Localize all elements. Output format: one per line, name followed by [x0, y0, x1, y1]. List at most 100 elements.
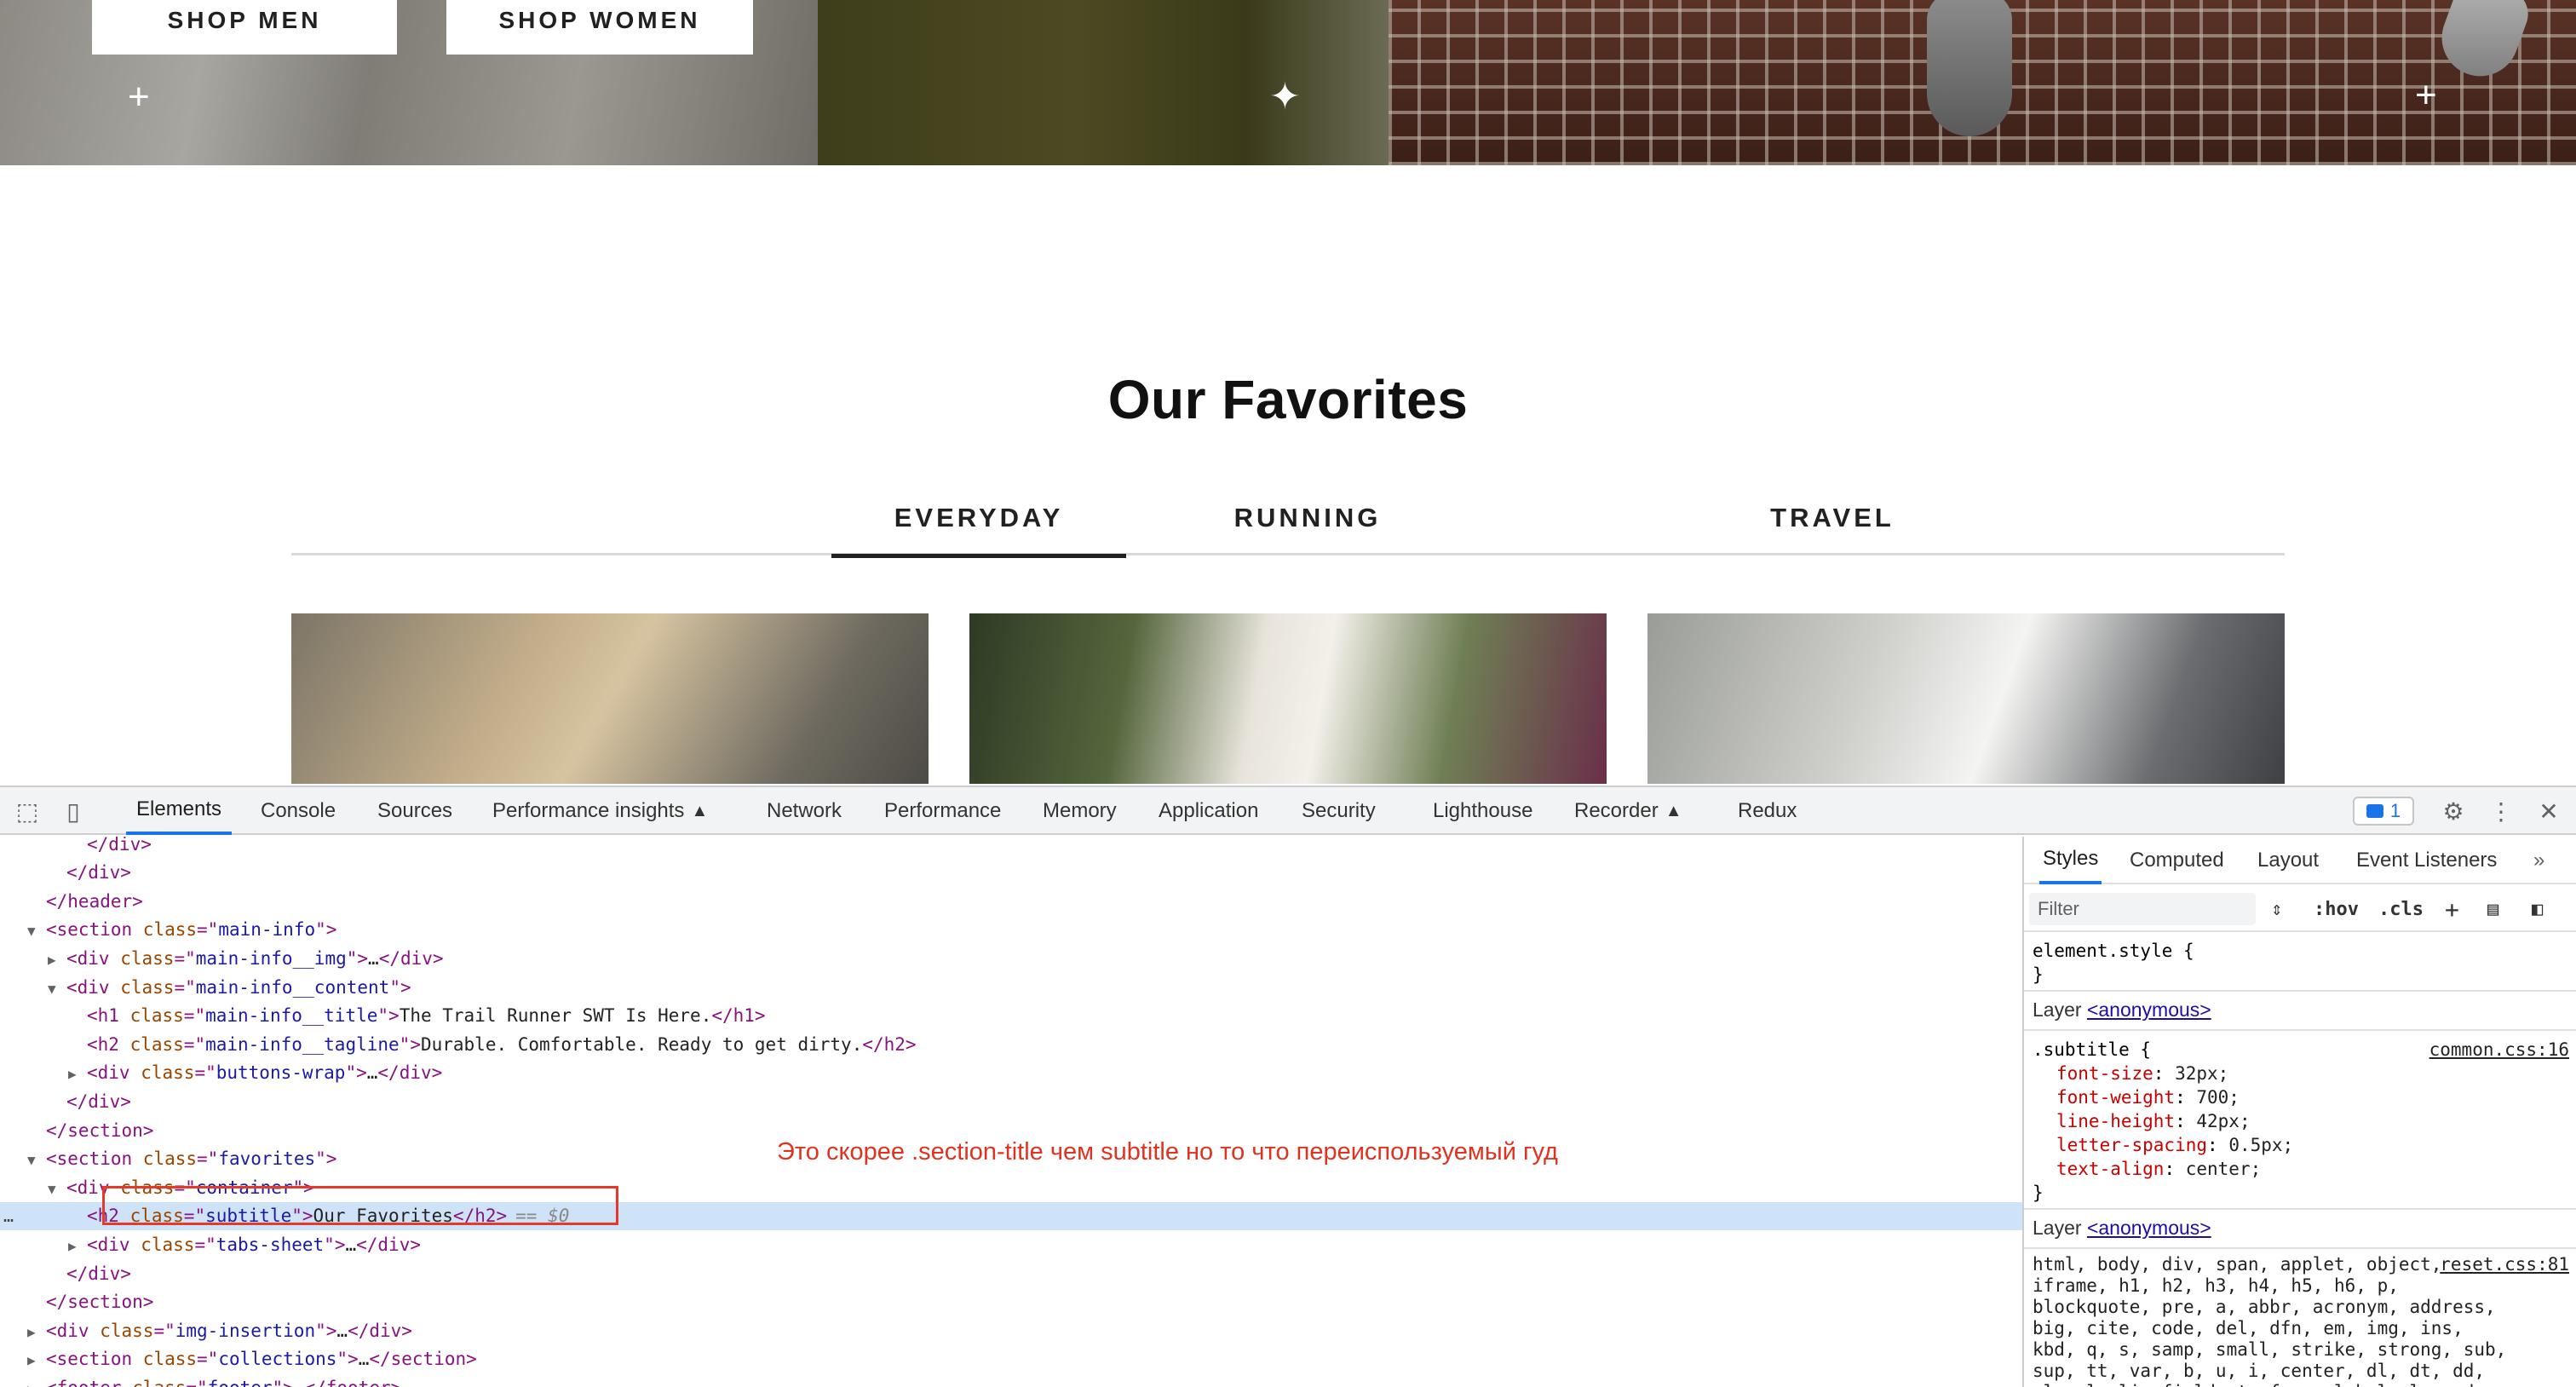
product-card-image[interactable] — [291, 613, 929, 784]
collapse-arrow-icon[interactable]: ▼ — [27, 1152, 46, 1168]
devtools-tab-memory[interactable]: Memory — [1043, 787, 1117, 835]
sidebar-toggle-icon[interactable]: ◧ — [2532, 895, 2543, 924]
dom-tag: </div> — [66, 862, 131, 883]
devtools-tab-recorder[interactable]: Recorder ▲ — [1574, 787, 1682, 835]
dom-node[interactable]: ▶ <div class="tabs-sheet">…</div> — [0, 1230, 2022, 1258]
dom-node[interactable]: </div> — [0, 1259, 2022, 1287]
add-rule-icon[interactable]: + — [2445, 895, 2459, 924]
devtools-toolbar: ⬚ ▯ Elements Console Sources Performance… — [0, 787, 2576, 835]
node-actions-icon[interactable]: … — [3, 1206, 14, 1226]
collapse-arrow-icon[interactable]: ▼ — [48, 1181, 66, 1197]
devtools-tab-application[interactable]: Application — [1159, 787, 1258, 835]
expand-arrow-icon[interactable]: ▶ — [27, 1381, 46, 1387]
dom-txt: … — [368, 947, 379, 969]
devtools-tab-lighthouse[interactable]: Lighthouse — [1433, 787, 1532, 835]
tab-computed[interactable]: Computed — [2130, 837, 2224, 884]
dom-tag: "> — [389, 976, 411, 998]
dom-node-content: ▶<footer class="footer">…</footer> — [27, 1378, 401, 1387]
product-card-image[interactable] — [969, 613, 1607, 784]
dom-tag: <div — [66, 947, 121, 969]
devtools-tab-elements[interactable]: Elements — [126, 787, 233, 835]
dom-tag: <footer — [46, 1378, 132, 1387]
hero-shoe-image — [1927, 0, 2012, 136]
dom-node-content: ▶ <div class="main-info__img">…</div> — [48, 947, 444, 969]
css-declaration[interactable]: font-size: 32px; — [2056, 1063, 2228, 1084]
devtools-tab-security[interactable]: Security — [1302, 787, 1376, 835]
dom-tag: <section — [46, 1349, 143, 1370]
dom-node[interactable]: ▶ <div class="img-insertion">…</div> — [0, 1316, 2022, 1344]
expand-arrow-icon[interactable]: ▶ — [27, 1324, 46, 1340]
layer-anonymous-link[interactable]: <anonymous> — [2087, 999, 2211, 1021]
dom-tree: </div> </div> </header> ▼ <section class="ma… — [0, 837, 2022, 1387]
dom-node[interactable]: ▶<footer class="footer">…</footer> — [0, 1373, 2022, 1387]
tab-label: Performance insights — [492, 799, 685, 822]
paint-icon[interactable]: ▤ — [2487, 895, 2498, 924]
css-declaration[interactable]: letter-spacing: 0.5px; — [2056, 1135, 2293, 1155]
toggle-renderer-icon[interactable]: ⇕ — [2271, 895, 2282, 924]
dom-node[interactable]: ▶ <div class="main-info__img">…</div> — [0, 944, 2022, 972]
dom-tag: "> — [315, 919, 337, 941]
css-property: text-align — [2056, 1159, 2165, 1179]
source-link[interactable]: common.css:16 — [2429, 1039, 2569, 1060]
css-declaration[interactable]: text-align: center; — [2056, 1159, 2261, 1179]
hov-toggle[interactable]: :hov — [2314, 895, 2359, 924]
shop-women-button[interactable]: SHOP WOMEN — [446, 0, 753, 55]
inspect-element-icon[interactable]: ⬚ — [12, 796, 43, 826]
tab-travel[interactable]: TRAVEL — [1685, 494, 1980, 555]
cls-toggle[interactable]: .cls — [2378, 895, 2424, 924]
dom-node[interactable]: </header> — [0, 887, 2022, 915]
element-style-selector[interactable]: element.style { — [2033, 941, 2194, 961]
dom-node[interactable]: </div> — [0, 859, 2022, 887]
dom-node-content: </section> — [46, 1120, 153, 1141]
reset-selectors[interactable]: html, body, div, span, applet, object, i… — [2033, 1254, 2510, 1387]
dom-node[interactable]: </section> — [0, 1288, 2022, 1316]
dom-node[interactable]: </div> — [0, 837, 2022, 858]
expand-arrow-icon[interactable]: ▶ — [48, 952, 66, 968]
dom-tag: "> — [377, 1005, 400, 1027]
issues-badge[interactable]: 1 — [2353, 797, 2414, 826]
more-tabs-icon[interactable]: » — [2533, 837, 2544, 884]
close-icon[interactable]: ✕ — [2533, 796, 2564, 826]
collapse-arrow-icon[interactable]: ▼ — [48, 981, 66, 997]
expand-arrow-icon[interactable]: ▶ — [68, 1066, 87, 1082]
css-declaration[interactable]: line-height: 42px; — [2056, 1111, 2251, 1131]
layer-text: Layer — [2033, 999, 2082, 1021]
product-card-image[interactable] — [1647, 613, 2285, 784]
layer-text: Layer — [2033, 1217, 2082, 1239]
tab-event-listeners[interactable]: Event Listeners — [2356, 837, 2497, 884]
hero-banner: + ✦ + SHOP MEN SHOP WOMEN — [0, 0, 2576, 165]
expand-arrow-icon[interactable]: ▶ — [68, 1238, 87, 1254]
dom-node[interactable]: ▼ <section class="main-info"> — [0, 916, 2022, 944]
styles-filter-input[interactable] — [2029, 893, 2256, 925]
css-declaration[interactable]: font-weight: 700; — [2056, 1087, 2240, 1108]
dom-tag: =" — [183, 1005, 206, 1027]
gear-icon[interactable]: ⚙ — [2438, 796, 2469, 826]
devtools-tab-performance-insights[interactable]: Performance insights ▲ — [492, 787, 708, 835]
dom-tag: =" — [186, 1378, 207, 1387]
device-toolbar-icon[interactable]: ▯ — [58, 796, 89, 826]
dom-node[interactable]: <h1 class="main-info__title">The Trail R… — [0, 1002, 2022, 1030]
tab-everyday[interactable]: EVERYDAY — [831, 494, 1126, 558]
expand-arrow-icon[interactable]: ▶ — [27, 1352, 46, 1368]
shop-men-button[interactable]: SHOP MEN — [92, 0, 397, 55]
devtools-tab-network[interactable]: Network — [767, 787, 842, 835]
dom-tag: </div> — [378, 947, 444, 969]
collapse-arrow-icon[interactable]: ▼ — [27, 923, 46, 939]
devtools-tab-console[interactable]: Console — [261, 787, 336, 835]
tab-layout[interactable]: Layout — [2257, 837, 2319, 884]
tab-running[interactable]: RUNNING — [1160, 494, 1455, 555]
dom-node[interactable]: ▶ <section class="collections">…</section… — [0, 1345, 2022, 1373]
dom-node[interactable]: </div> — [0, 1087, 2022, 1115]
rule-selector[interactable]: .subtitle { — [2033, 1039, 2151, 1060]
devtools-tab-performance[interactable]: Performance — [884, 787, 1001, 835]
dom-tag: </div> — [87, 837, 152, 855]
dom-node-content: ▶ <div class="tabs-sheet">…</div> — [68, 1234, 421, 1255]
dom-node[interactable]: ▼ <div class="main-info__content"> — [0, 973, 2022, 1001]
more-options-icon[interactable]: ⋮ — [2486, 796, 2516, 826]
dom-node[interactable]: <h2 class="main-info__tagline">Durable. … — [0, 1030, 2022, 1058]
devtools-tab-sources[interactable]: Sources — [377, 787, 452, 835]
devtools-tab-redux[interactable]: Redux — [1738, 787, 1797, 835]
dom-node[interactable]: ▶ <div class="buttons-wrap">…</div> — [0, 1059, 2022, 1087]
tab-styles[interactable]: Styles — [2039, 837, 2102, 884]
layer-anonymous-link[interactable]: <anonymous> — [2087, 1217, 2211, 1239]
